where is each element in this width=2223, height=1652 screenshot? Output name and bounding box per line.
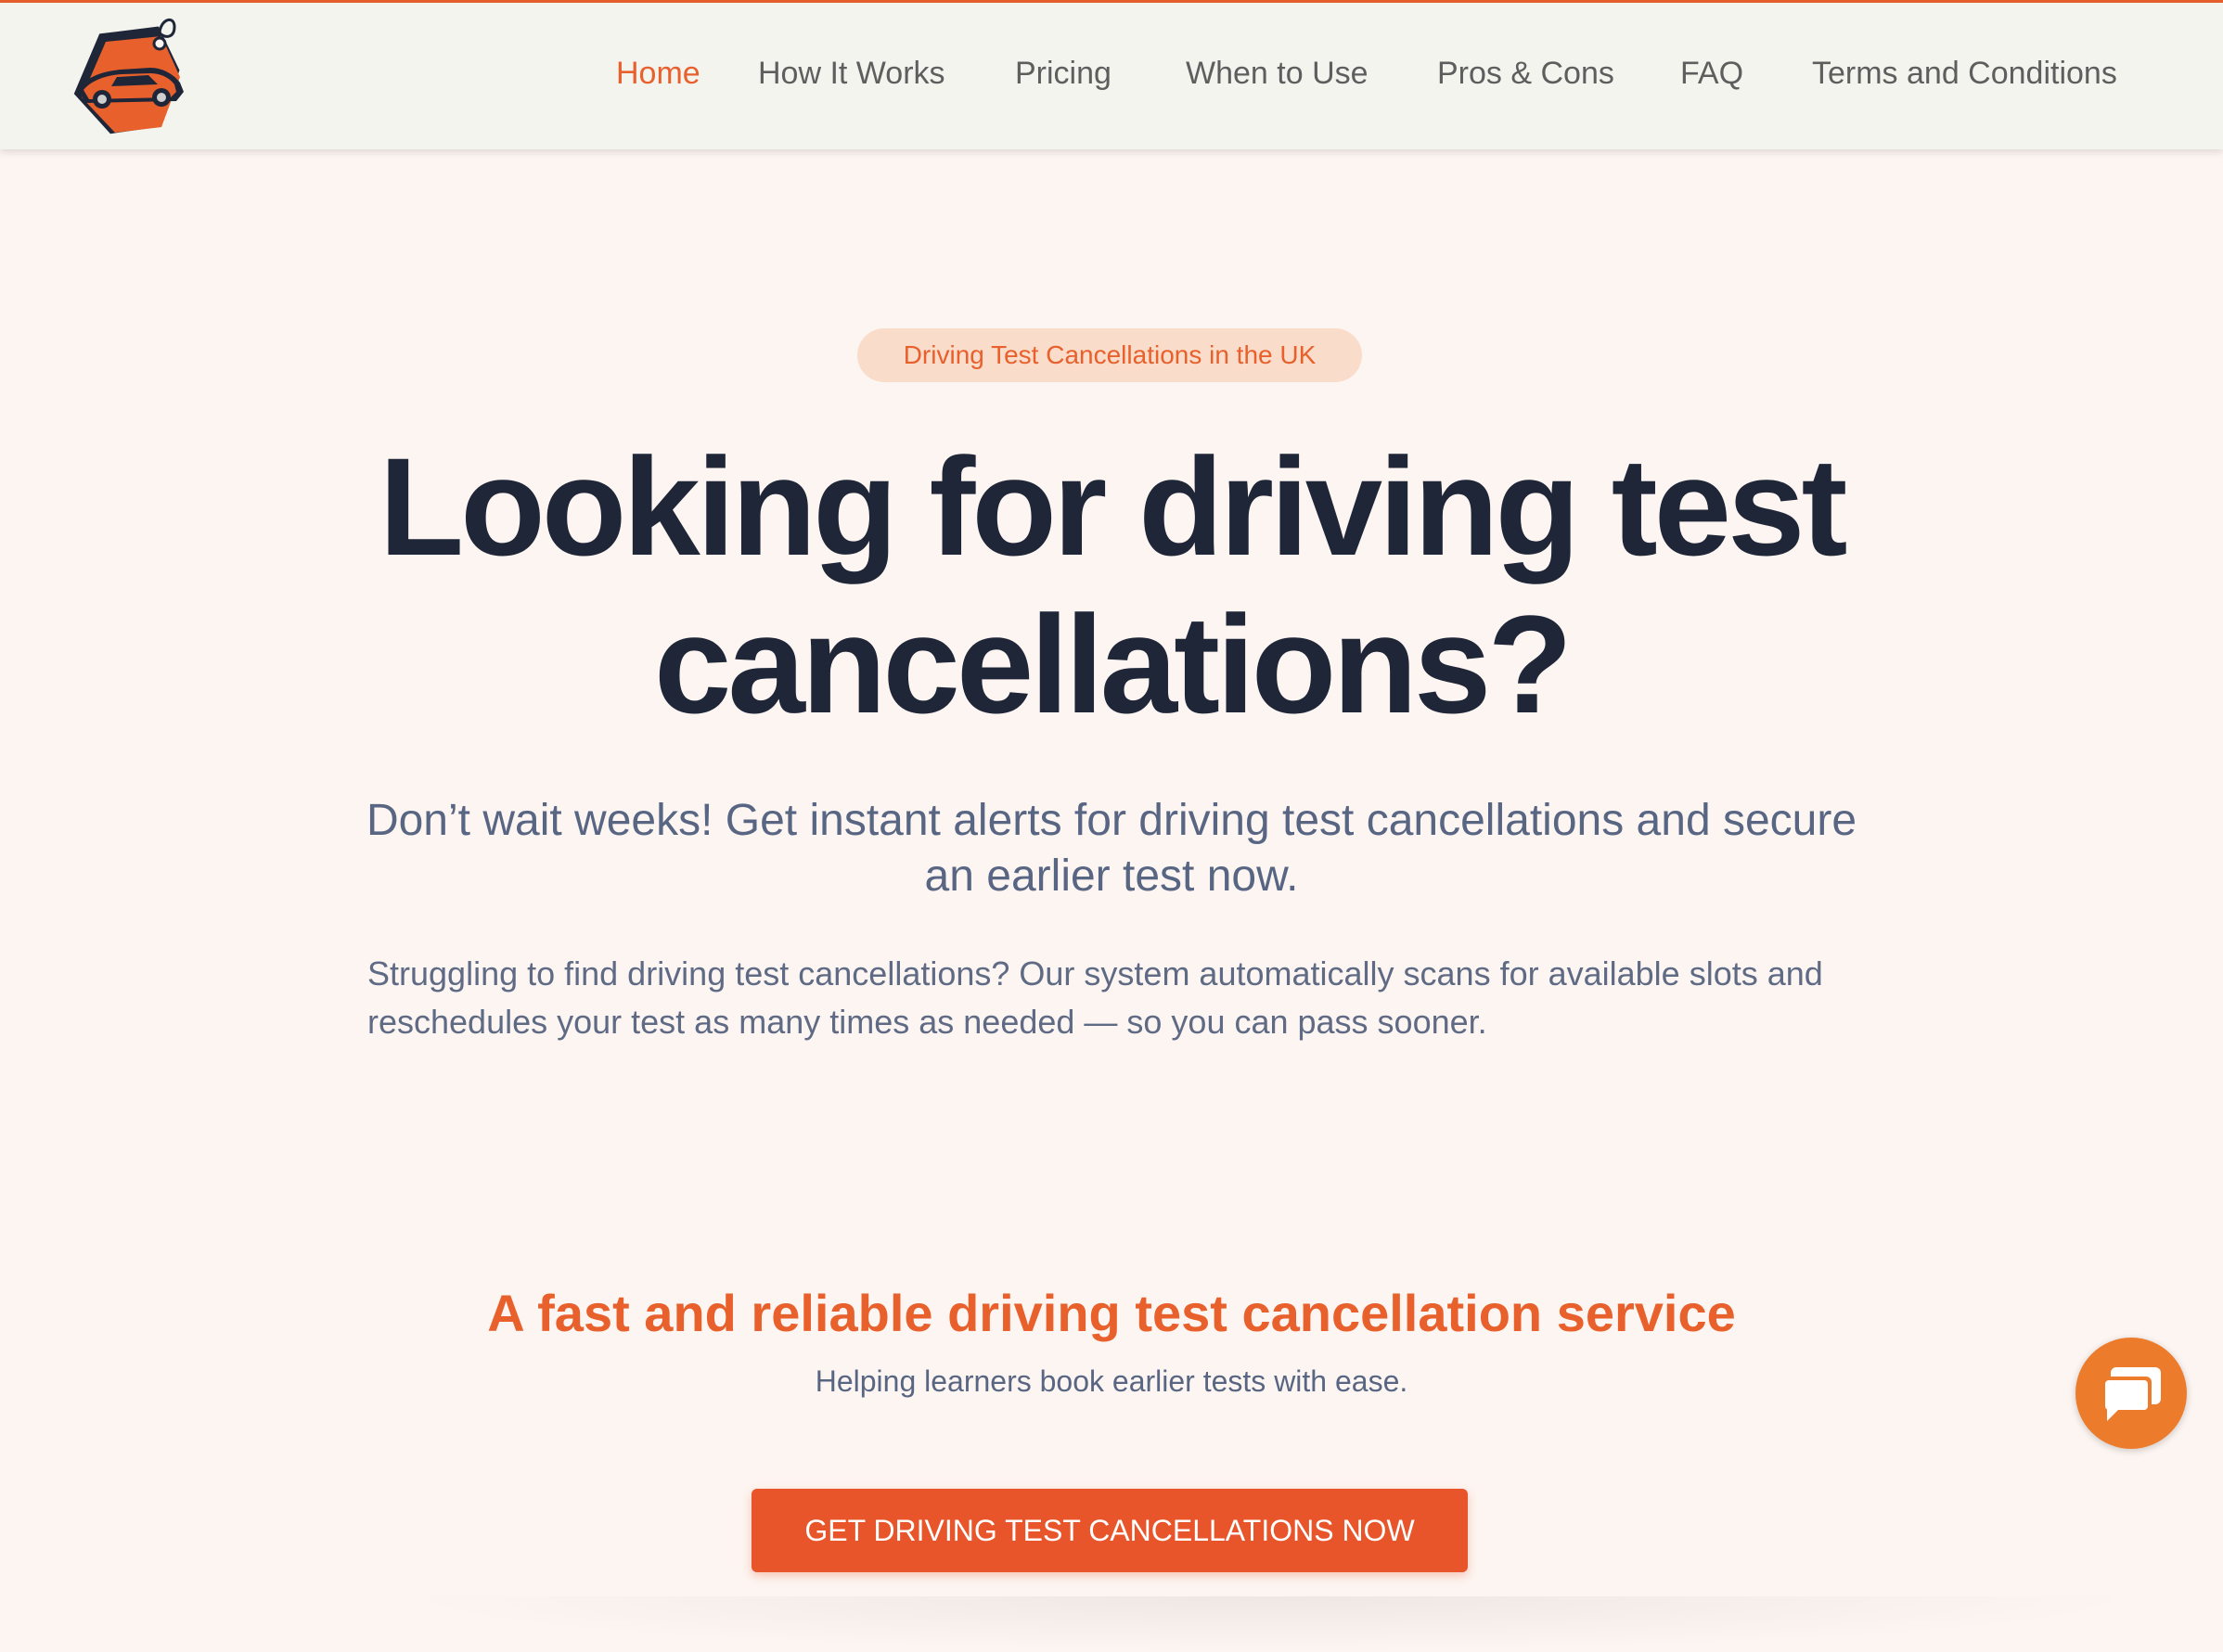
nav-how-it-works[interactable]: How It Works [758,55,945,92]
site-header: Home How It Works Pricing When to Use Pr… [0,3,2223,149]
hero-subtitle: Don’t wait weeks! Get instant alerts for… [366,796,1857,901]
page-title-line-1: Looking for driving test [379,429,1848,584]
chat-launcher-button[interactable] [2075,1338,2187,1449]
car-tag-logo-icon [73,18,184,134]
site-logo[interactable] [65,10,195,140]
page-title: Looking for driving test cancellations? [0,428,2223,743]
service-tagline-sub: Helping learners book earlier tests with… [815,1364,1408,1398]
nav-when-to-use[interactable]: When to Use [1186,55,1368,92]
region-badge: Driving Test Cancellations in the UK [857,328,1362,382]
nav-pricing[interactable]: Pricing [1015,55,1112,92]
chat-bubbles-icon [2101,1367,2161,1421]
nav-home[interactable]: Home [616,55,700,92]
service-tagline: A fast and reliable driving test cancell… [487,1284,1736,1342]
page-title-line-2: cancellations? [653,586,1573,742]
nav-terms-and-conditions[interactable]: Terms and Conditions [1812,55,2117,92]
nav-faq[interactable]: FAQ [1680,55,1743,92]
card-shadow-edge [390,1596,2152,1652]
hero-section: Driving Test Cancellations in the UK Loo… [0,149,2223,1652]
get-cancellations-button[interactable]: GET DRIVING TEST CANCELLATIONS NOW [752,1489,1468,1572]
hero-description: Struggling to find driving test cancella… [367,954,1823,1041]
nav-pros-cons[interactable]: Pros & Cons [1437,55,1614,92]
